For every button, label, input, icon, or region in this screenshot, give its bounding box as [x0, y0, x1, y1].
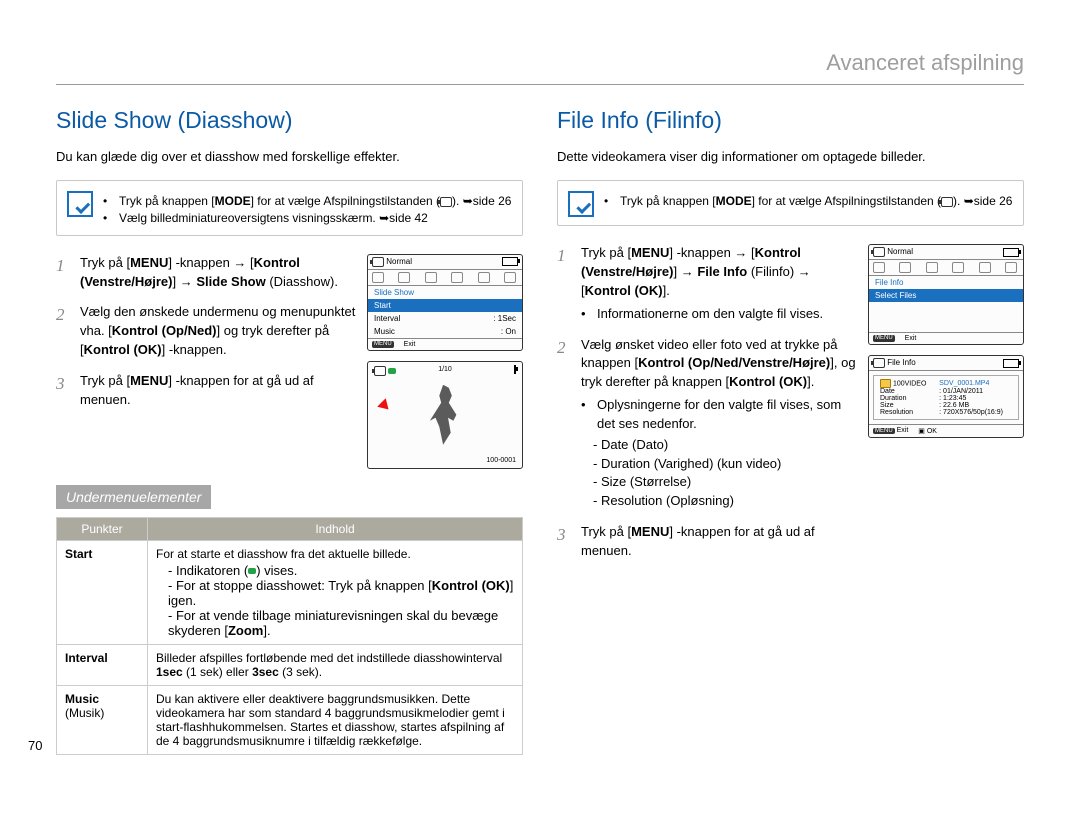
cursor-icon [377, 398, 393, 414]
table-row: Start For at starte et diasshow fra det … [57, 540, 523, 644]
fileinfo-note: Tryk på knappen [MODE] for at vælge Afsp… [557, 180, 1024, 226]
running-head: Avanceret afspilning [56, 50, 1024, 76]
top-rule [56, 84, 1024, 85]
slideshow-preview-screenshot: 1/10 100-0001 [367, 361, 523, 469]
battery-icon [514, 365, 516, 374]
fileinfo-intro: Dette videokamera viser dig informatione… [557, 148, 1024, 166]
battery-icon [502, 257, 518, 266]
page-number: 70 [28, 738, 42, 753]
table-row: Music(Musik) Du kan aktivere eller deakt… [57, 685, 523, 754]
playback-mode-icon [440, 197, 452, 207]
folder-icon [880, 379, 891, 388]
table-row: Interval Billeder afspilles fortløbende … [57, 644, 523, 685]
slideshow-menu-screenshot: Normal Slide Show Start Interval: 1Sec M… [367, 254, 523, 351]
slideshow-heading: Slide Show (Diasshow) [56, 107, 523, 134]
playback-mode-icon [941, 197, 953, 207]
slideshow-intro: Du kan glæde dig over et diasshow med fo… [56, 148, 523, 166]
col-punkter: Punkter [57, 517, 148, 540]
battery-icon [1003, 359, 1019, 368]
submenu-table: Punkter Indhold Start For at starte et d… [56, 517, 523, 755]
battery-icon [1003, 248, 1019, 257]
submenu-elements-label: Undermenuelementer [56, 485, 211, 509]
check-icon [67, 191, 93, 217]
image-silhouette [426, 385, 464, 445]
slideshow-note: Tryk på knappen [MODE] for at vælge Afsp… [56, 180, 523, 236]
fileinfo-menu-screenshot: Normal File Info Select Files MENUExit [868, 244, 1024, 345]
check-icon [568, 191, 594, 217]
col-indhold: Indhold [148, 517, 523, 540]
fileinfo-detail-screenshot: File Info 100VIDEOSDV_0001.MP4 Date: 01/… [868, 355, 1024, 438]
fileinfo-heading: File Info (Filinfo) [557, 107, 1024, 134]
